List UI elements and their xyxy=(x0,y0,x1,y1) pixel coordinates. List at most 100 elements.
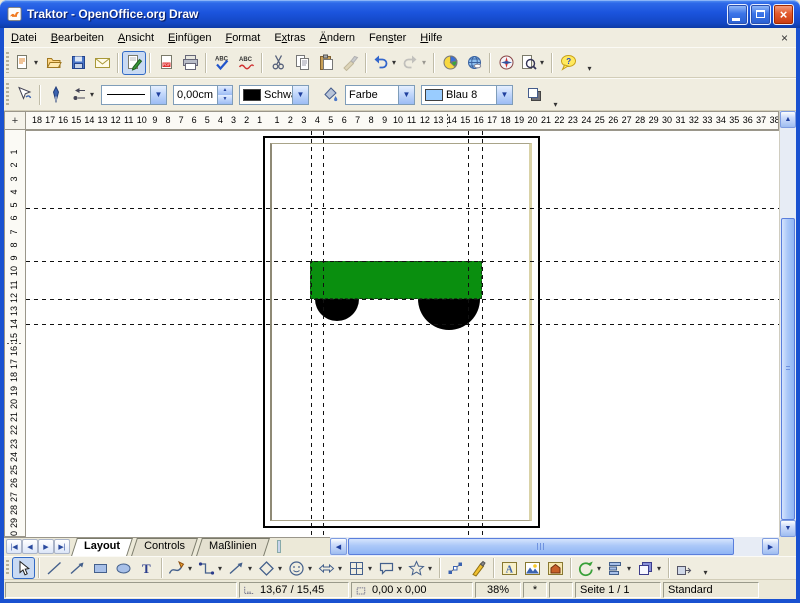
snap-guide-vertical[interactable] xyxy=(323,131,324,537)
chevron-down-icon[interactable]: ▾ xyxy=(655,564,663,573)
menu-datei[interactable]: Datei xyxy=(4,30,44,46)
auto-spellcheck-button[interactable]: ABC xyxy=(234,51,258,75)
menu-einfügen[interactable]: Einfügen xyxy=(161,30,218,46)
scroll-down-button[interactable]: ▼ xyxy=(780,520,796,537)
toolbar-grip[interactable] xyxy=(6,83,9,106)
hyperlink-button[interactable] xyxy=(462,51,486,75)
close-button[interactable]: × xyxy=(773,4,794,25)
interaction-button[interactable] xyxy=(673,557,696,579)
spellcheck-button[interactable]: ABC xyxy=(210,51,234,75)
open-button[interactable] xyxy=(42,51,66,75)
toolbar-options-drawing-button[interactable]: ▾ xyxy=(700,568,711,579)
scroll-right-button[interactable]: ▶ xyxy=(762,538,779,555)
dropdown-button[interactable]: ▼ xyxy=(150,86,166,104)
status-zoom[interactable]: 38% xyxy=(475,582,521,598)
scroll-left-button[interactable]: ◀ xyxy=(330,538,347,555)
basic-shapes-button[interactable]: ▾ xyxy=(256,557,286,579)
print-button[interactable] xyxy=(178,51,202,75)
callouts-button[interactable]: ▾ xyxy=(376,557,406,579)
gallery-button[interactable] xyxy=(544,557,567,579)
redo-button[interactable]: ▾ xyxy=(400,51,430,75)
save-button[interactable] xyxy=(66,51,90,75)
vertical-scroll-thumb[interactable] xyxy=(781,218,795,520)
fill-color-select[interactable]: Blau 8 ▼ xyxy=(421,85,513,105)
lines-and-arrows-button[interactable]: ▾ xyxy=(226,557,256,579)
line-color-select[interactable]: Schwarz ▼ xyxy=(239,85,309,105)
fill-style-select[interactable]: Farbe ▼ xyxy=(345,85,415,105)
horizontal-ruler[interactable]: 1817161514131211109876543211234567891011… xyxy=(26,111,779,130)
chart-button[interactable] xyxy=(438,51,462,75)
menu-hilfe[interactable]: Hilfe xyxy=(413,30,449,46)
rectangle-button[interactable] xyxy=(89,557,112,579)
chevron-down-icon[interactable]: ▾ xyxy=(216,564,224,573)
chevron-down-icon[interactable]: ▾ xyxy=(336,564,344,573)
zoom-button[interactable]: ▾ xyxy=(518,51,548,75)
spin-down-button[interactable]: ▼ xyxy=(218,95,232,104)
menu-format[interactable]: Format xyxy=(218,30,267,46)
status-size[interactable]: 0,00 x 0,00 xyxy=(351,582,473,598)
new-button[interactable]: ▾ xyxy=(12,51,42,75)
spin-up-button[interactable]: ▲ xyxy=(218,86,232,95)
toolbar-grip[interactable] xyxy=(6,52,9,74)
flowchart-button[interactable]: ▾ xyxy=(346,557,376,579)
tab-scroll-last-button[interactable]: ▶| xyxy=(54,539,70,554)
dropdown-button[interactable]: ▼ xyxy=(496,86,512,104)
menu-bearbeiten[interactable]: Bearbeiten xyxy=(44,30,111,46)
minimize-button[interactable] xyxy=(727,4,748,25)
glue-points-button[interactable] xyxy=(467,557,490,579)
arrange-button[interactable]: ▾ xyxy=(635,557,665,579)
menu-extras[interactable]: Extras xyxy=(267,30,312,46)
tab-layout[interactable]: Layout xyxy=(74,538,134,556)
copy-button[interactable] xyxy=(290,51,314,75)
stars-button[interactable]: ▾ xyxy=(406,557,436,579)
document-as-email-button[interactable] xyxy=(90,51,114,75)
line-style-select[interactable]: ▼ xyxy=(101,85,167,105)
chevron-down-icon[interactable]: ▾ xyxy=(306,564,314,573)
snap-guide-horizontal[interactable] xyxy=(26,324,779,325)
chevron-down-icon[interactable]: ▾ xyxy=(88,90,96,99)
line-width-field[interactable]: 0,00cm ▲▼ xyxy=(173,85,233,105)
shadow-button[interactable] xyxy=(522,83,546,107)
vertical-ruler[interactable]: 1234567891011121314151617181920212223242… xyxy=(4,130,26,537)
menu-ändern[interactable]: Ändern xyxy=(313,30,362,46)
tab-scroll-first-button[interactable]: |◀ xyxy=(6,539,22,554)
line-with-arrow-button[interactable] xyxy=(66,557,89,579)
alignment-button[interactable]: ▾ xyxy=(605,557,635,579)
status-style[interactable]: Standard xyxy=(663,582,759,598)
document-close-button[interactable]: × xyxy=(773,31,796,45)
dropdown-button[interactable]: ▼ xyxy=(292,86,308,104)
chevron-down-icon[interactable]: ▾ xyxy=(246,564,254,573)
horizontal-scrollbar[interactable]: ◀ ▶ xyxy=(330,537,779,556)
tab-scroll-next-button[interactable]: ▶ xyxy=(38,539,54,554)
snap-guide-horizontal[interactable] xyxy=(26,208,779,209)
text-button[interactable]: T xyxy=(135,557,158,579)
rotate-button[interactable]: ▾ xyxy=(575,557,605,579)
fontwork-button[interactable]: A xyxy=(498,557,521,579)
chevron-down-icon[interactable]: ▾ xyxy=(32,58,40,67)
chevron-down-icon[interactable]: ▾ xyxy=(276,564,284,573)
chevron-down-icon[interactable]: ▾ xyxy=(426,564,434,573)
toolbar-grip[interactable] xyxy=(6,560,9,577)
navigator-button[interactable] xyxy=(494,51,518,75)
maximize-button[interactable] xyxy=(750,4,771,25)
snap-guide-horizontal[interactable] xyxy=(26,261,779,262)
help-button[interactable]: ? xyxy=(556,51,580,75)
area-dialog-button[interactable] xyxy=(318,83,342,107)
edit-points-button[interactable] xyxy=(444,557,467,579)
line-dialog-button[interactable] xyxy=(44,83,68,107)
title-bar[interactable]: Traktor - OpenOffice.org Draw × xyxy=(0,0,800,28)
dropdown-button[interactable]: ▼ xyxy=(398,86,414,104)
select-button[interactable] xyxy=(12,557,35,579)
tab-maßlinien[interactable]: Maßlinien xyxy=(199,538,271,556)
horizontal-scroll-track[interactable] xyxy=(347,538,762,555)
edit-file-button[interactable] xyxy=(122,51,146,75)
export-as-pdf-button[interactable]: PDF xyxy=(154,51,178,75)
ellipse-button[interactable] xyxy=(112,557,135,579)
snap-guide-vertical[interactable] xyxy=(311,131,312,537)
from-file-button[interactable] xyxy=(521,557,544,579)
toolbar-options-button[interactable]: ▾ xyxy=(584,64,595,75)
tab-scroll-prev-button[interactable]: ◀ xyxy=(22,539,38,554)
undo-button[interactable]: ▾ xyxy=(370,51,400,75)
status-modified[interactable]: * xyxy=(523,582,547,598)
chevron-down-icon[interactable]: ▾ xyxy=(595,564,603,573)
